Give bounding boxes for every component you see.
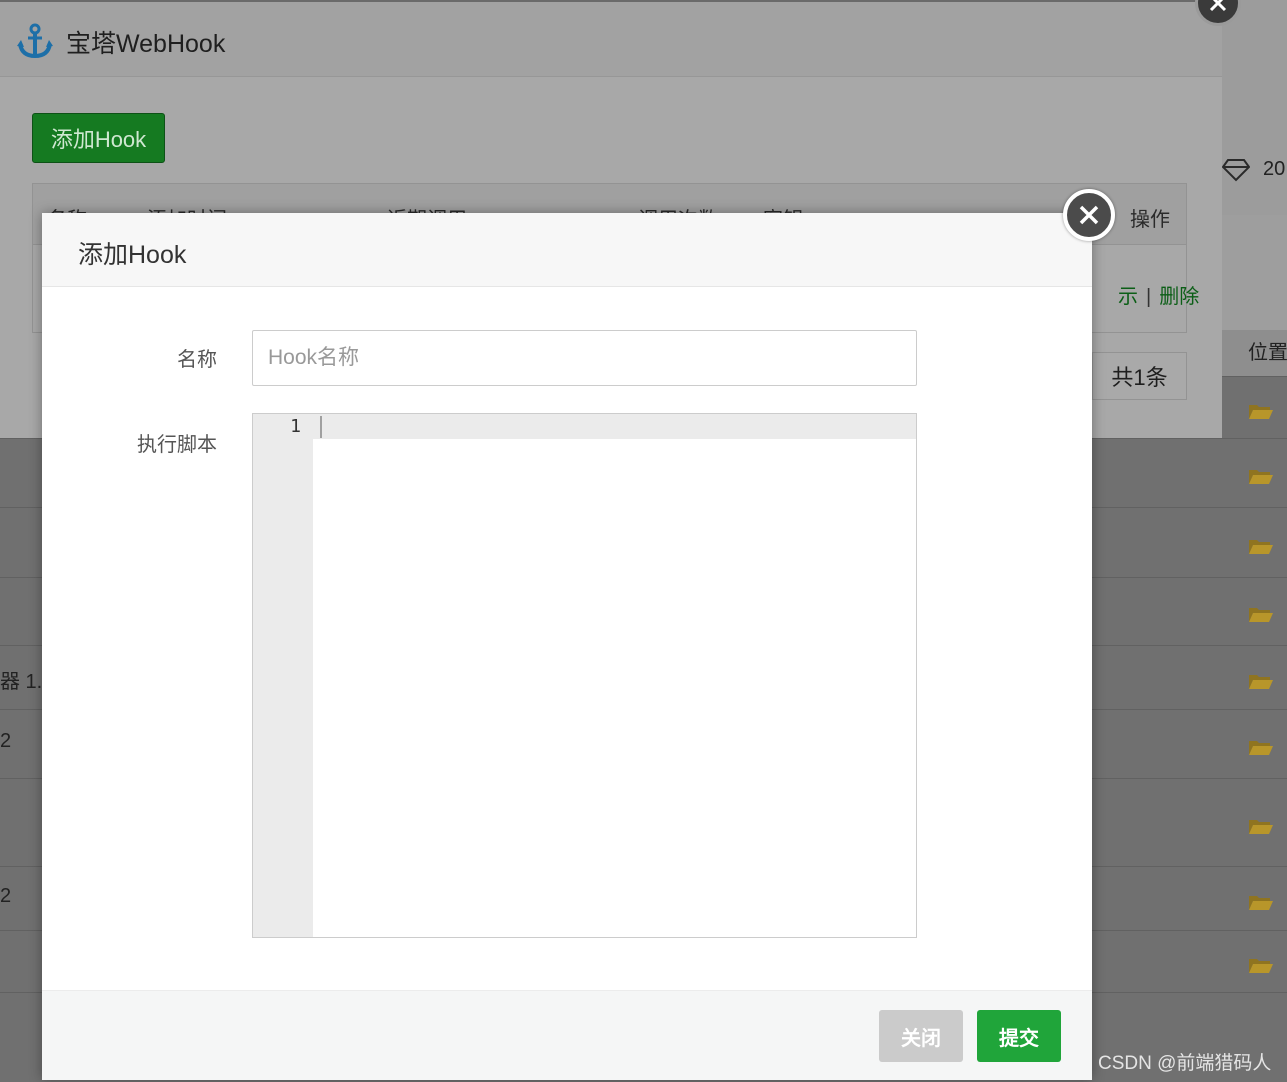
modal-header: 添加Hook xyxy=(42,213,1092,287)
plugin-header: 宝塔WebHook xyxy=(0,2,1222,77)
modal-footer: 关闭 提交 xyxy=(42,990,1092,1080)
plugin-title: 宝塔WebHook xyxy=(66,30,226,58)
modal-close-icon[interactable] xyxy=(1063,189,1115,241)
row-action-partial-link[interactable]: 示 xyxy=(1118,286,1138,308)
folder-icon[interactable] xyxy=(1248,537,1273,554)
name-label: 名称 xyxy=(177,349,217,371)
watermark-text: CSDN @前端猎码人 xyxy=(1098,1053,1272,1074)
hook-name-input[interactable] xyxy=(252,330,917,386)
bg-top-value: 20 xyxy=(1263,158,1286,180)
folder-icon[interactable] xyxy=(1248,893,1273,910)
folder-icon[interactable] xyxy=(1248,817,1273,834)
script-code-editor[interactable]: 1 xyxy=(252,413,917,938)
editor-gutter: 1 xyxy=(253,414,313,937)
row-delete-link[interactable]: 删除 xyxy=(1159,286,1199,308)
bg-row-text: 2 xyxy=(0,885,12,907)
submit-button[interactable]: 提交 xyxy=(977,1010,1061,1062)
line-number: 1 xyxy=(290,416,301,437)
pagination-total: 共1条 xyxy=(1092,352,1187,400)
bg-column-header: 位置 xyxy=(1248,342,1287,364)
folder-icon[interactable] xyxy=(1248,738,1273,755)
text-cursor xyxy=(320,416,322,438)
bg-row-text: 2 xyxy=(0,730,12,752)
diamond-icon xyxy=(1221,158,1251,188)
script-label: 执行脚本 xyxy=(137,434,217,456)
close-button[interactable]: 关闭 xyxy=(879,1010,963,1062)
modal-title: 添加Hook xyxy=(78,241,187,269)
col-actions: 操作 xyxy=(1130,209,1170,231)
editor-active-line[interactable] xyxy=(313,414,916,439)
add-hook-modal: 添加Hook 名称 执行脚本 1 关闭 提交 xyxy=(42,213,1092,1080)
folder-icon[interactable] xyxy=(1248,672,1273,689)
table-row-actions: 示 | 删除 xyxy=(1118,286,1200,308)
add-hook-button[interactable]: 添加Hook xyxy=(32,113,165,163)
folder-icon[interactable] xyxy=(1248,402,1273,419)
folder-icon[interactable] xyxy=(1248,467,1273,484)
anchor-icon xyxy=(16,22,54,60)
bg-panel-strip xyxy=(1222,215,1287,335)
folder-icon[interactable] xyxy=(1248,605,1273,622)
folder-icon[interactable] xyxy=(1248,956,1273,973)
